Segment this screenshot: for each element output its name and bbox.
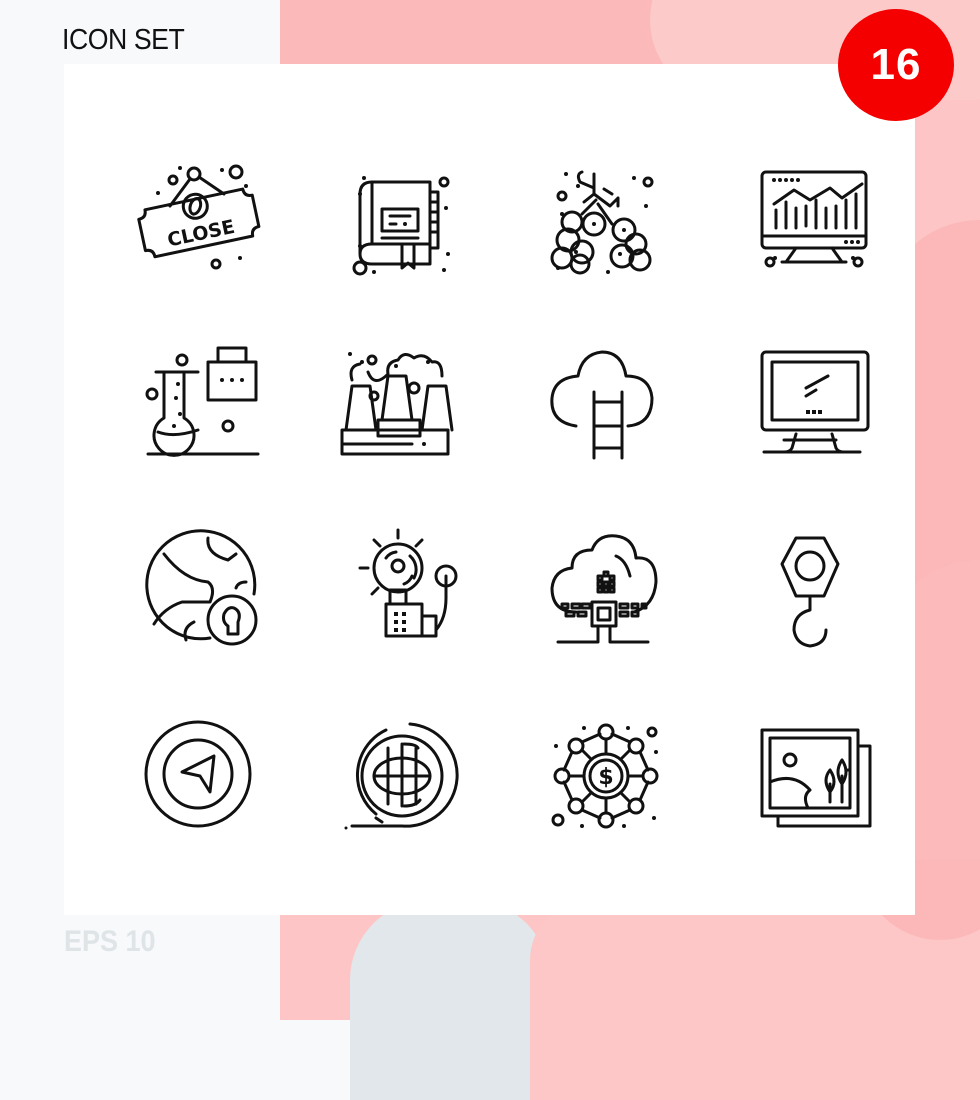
page-title: ICON SET bbox=[62, 24, 185, 56]
format-label: EPS 10 bbox=[64, 925, 156, 958]
background-shape bbox=[350, 900, 550, 1100]
alarm-bell-icon[interactable] bbox=[332, 516, 472, 656]
lab-flask-icon[interactable] bbox=[128, 330, 268, 470]
factory-pollution-icon[interactable] bbox=[332, 330, 472, 470]
close-sign-icon[interactable]: CLOSE bbox=[128, 144, 268, 284]
globe-lock-icon[interactable] bbox=[128, 516, 268, 656]
cloud-ladder-icon[interactable] bbox=[536, 330, 676, 470]
picture-gallery-icon[interactable] bbox=[740, 704, 880, 844]
navigation-arrow-icon[interactable] bbox=[128, 704, 268, 844]
svg-text:$: $ bbox=[598, 765, 613, 790]
book-icon[interactable] bbox=[332, 144, 472, 284]
berries-icon[interactable] bbox=[536, 144, 676, 284]
dollar-network-icon[interactable]: $ bbox=[536, 704, 676, 844]
cloud-network-icon[interactable] bbox=[536, 516, 676, 656]
background-shape bbox=[280, 0, 700, 70]
world-globe-icon[interactable] bbox=[332, 704, 472, 844]
icon-grid: CLOSE $ bbox=[64, 64, 915, 915]
monitor-analytics-icon[interactable] bbox=[740, 144, 880, 284]
crane-hook-icon[interactable] bbox=[740, 516, 880, 656]
computer-monitor-icon[interactable] bbox=[740, 330, 880, 470]
